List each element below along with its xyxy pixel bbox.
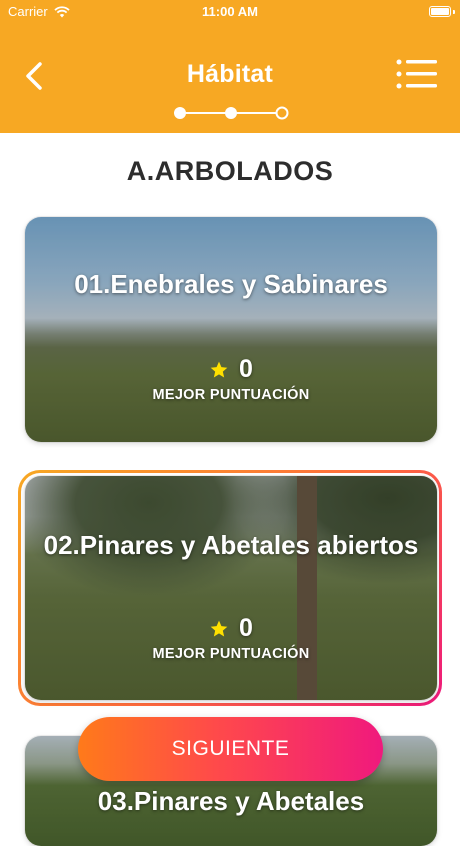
section-title: A.ARBOLADOS — [126, 156, 334, 186]
score-value: 0 — [239, 355, 253, 383]
page-title: Hábitat — [186, 60, 274, 88]
menu-button[interactable] — [396, 58, 438, 92]
header-bar: Carrier 11:00 AM Hábitat — [0, 0, 460, 133]
battery-icon — [429, 6, 451, 17]
progress-stepper — [174, 106, 289, 120]
habitat-name: 01.Enebrales y Sabinares — [74, 269, 388, 299]
status-bar: Carrier 11:00 AM — [0, 0, 460, 24]
habitat-card-1[interactable]: 01.Enebrales y Sabinares 0 MEJOR PUNTUAC… — [25, 217, 437, 442]
star-icon — [210, 620, 228, 636]
habitat-score: 0 — [25, 614, 437, 643]
next-button[interactable]: SIGUIENTE — [78, 717, 383, 781]
habitat-card-2[interactable]: 02.Pinares y Abetales abiertos 0 MEJOR P… — [25, 476, 437, 700]
step-dot-2 — [225, 107, 237, 119]
list-menu-icon — [396, 59, 437, 89]
habitat-score: 0 — [25, 355, 437, 384]
score-label: MEJOR PUNTUACIÓN — [152, 646, 310, 662]
status-time: 11:00 AM — [202, 4, 258, 19]
step-dot-3 — [275, 106, 289, 120]
step-dot-1 — [174, 107, 186, 119]
battery-tip — [453, 10, 455, 14]
habitat-name: 02.Pinares y Abetales abiertos — [43, 530, 419, 560]
score-value: 0 — [239, 614, 253, 642]
habitat-name: 03.Pinares y Abetales — [97, 786, 365, 816]
score-label: MEJOR PUNTUACIÓN — [152, 387, 310, 403]
star-icon — [210, 361, 228, 377]
